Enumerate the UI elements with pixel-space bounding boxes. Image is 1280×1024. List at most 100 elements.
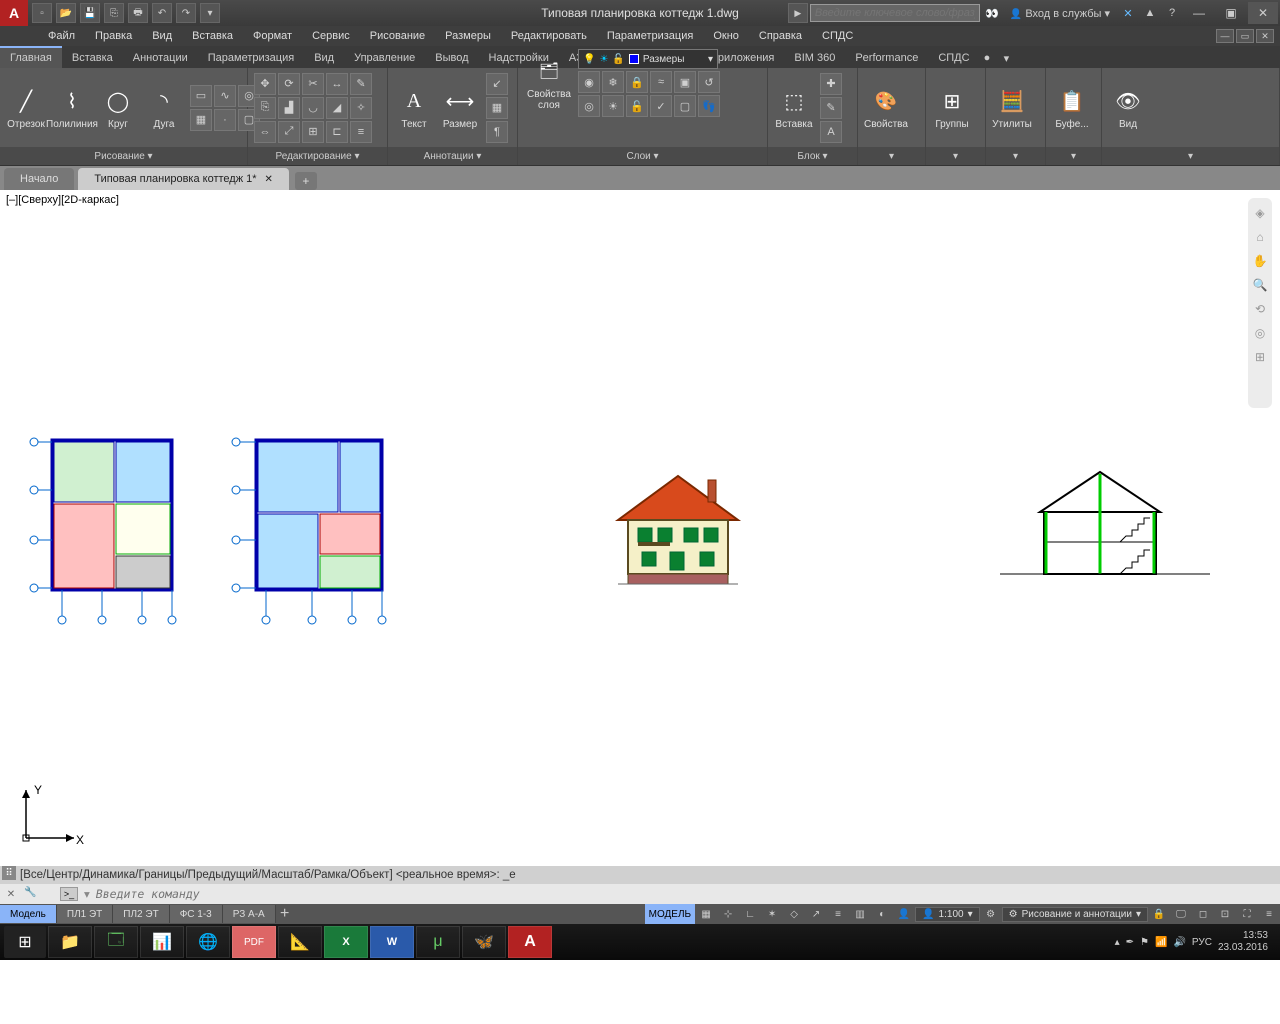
nav-pan-icon[interactable]: ✋: [1251, 252, 1269, 270]
layout-tab-add[interactable]: +: [276, 905, 294, 923]
menu-file[interactable]: Файл: [40, 28, 83, 44]
maximize-button[interactable]: ▣: [1216, 2, 1246, 24]
sb-lock-icon[interactable]: 🔒: [1148, 904, 1170, 924]
layer-off-icon[interactable]: ◉: [578, 71, 600, 93]
viewcube-icon[interactable]: ◈: [1251, 204, 1269, 222]
tray-up-icon[interactable]: ▴: [1115, 937, 1120, 948]
taskbar-calc-icon[interactable]: 📊: [140, 926, 184, 958]
clipboard-button[interactable]: 📋Буфе...: [1052, 85, 1092, 130]
panel-utils-title[interactable]: ▾: [986, 147, 1045, 165]
qat-new-icon[interactable]: ▫: [32, 3, 52, 23]
panel-clip-title[interactable]: ▾: [1046, 147, 1101, 165]
layer-combo[interactable]: 💡☀🔓 Размеры ▾: [578, 49, 718, 69]
edit-block-icon[interactable]: ✎: [820, 97, 842, 119]
menu-window[interactable]: Окно: [705, 28, 747, 44]
sb-osnap-icon[interactable]: ◇: [783, 904, 805, 924]
menu-tools[interactable]: Сервис: [304, 28, 358, 44]
mirror-icon[interactable]: ▟: [278, 97, 300, 119]
panel-props-title[interactable]: ▾: [858, 147, 925, 165]
draw-hatch-icon[interactable]: ▦: [190, 109, 212, 131]
ribbon-tab-view[interactable]: Вид: [304, 48, 344, 68]
cmd-close-icon[interactable]: ✕: [4, 887, 18, 901]
tray-lang[interactable]: РУС: [1192, 937, 1212, 948]
sb-isolate-icon[interactable]: ◻: [1192, 904, 1214, 924]
signin-button[interactable]: 👤 Вход в службы ▾: [1004, 7, 1116, 20]
sb-grid-icon[interactable]: ▦: [695, 904, 717, 924]
line-button[interactable]: ╱Отрезок: [6, 85, 46, 130]
nav-orbit-icon[interactable]: ⟲: [1251, 300, 1269, 318]
sb-clean-icon[interactable]: ⛶: [1236, 904, 1258, 924]
tray-defender-icon[interactable]: ⚑: [1140, 937, 1149, 948]
layer-iso-icon[interactable]: ▣: [674, 71, 696, 93]
app-logo[interactable]: A: [0, 0, 28, 26]
utilities-button[interactable]: 🧮Утилиты: [992, 85, 1032, 130]
nav-home-icon[interactable]: ⌂: [1251, 228, 1269, 246]
tray-volume-icon[interactable]: 🔊: [1173, 937, 1185, 948]
navigation-bar[interactable]: ◈ ⌂ ✋ 🔍 ⟲ ◎ ⊞: [1248, 198, 1272, 408]
draw-point-icon[interactable]: ·: [214, 109, 236, 131]
panel-modify-title[interactable]: Редактирование ▾: [248, 147, 387, 165]
extend-icon[interactable]: ↔: [326, 73, 348, 95]
taskbar-autocad-icon[interactable]: A: [508, 926, 552, 958]
layer-unlock-icon[interactable]: 🔓: [626, 95, 648, 117]
sb-cycle-icon[interactable]: ◐: [871, 904, 893, 924]
array-icon[interactable]: ⊞: [302, 121, 324, 143]
viewport-label[interactable]: [–][Сверху][2D-каркас]: [6, 194, 119, 206]
sb-gear-icon[interactable]: ⚙: [980, 904, 1002, 924]
align-icon[interactable]: ≡: [350, 121, 372, 143]
panel-annot-title[interactable]: Аннотации ▾: [388, 147, 517, 165]
layer-properties-button[interactable]: 🗂Свойства слоя: [524, 55, 574, 111]
menu-help[interactable]: Справка: [751, 28, 810, 44]
menu-insert[interactable]: Вставка: [184, 28, 241, 44]
ribbon-tab-insert[interactable]: Вставка: [62, 48, 123, 68]
menu-parametric[interactable]: Параметризация: [599, 28, 701, 44]
chamfer-icon[interactable]: ◢: [326, 97, 348, 119]
polyline-button[interactable]: ⌇Полилиния: [52, 85, 92, 130]
text-button[interactable]: AТекст: [394, 85, 434, 130]
doc-restore-button[interactable]: ▭: [1236, 29, 1254, 43]
mtext-icon[interactable]: ¶: [486, 121, 508, 143]
cmd-options-icon[interactable]: 🔧: [24, 887, 38, 901]
qat-open-icon[interactable]: 📂: [56, 3, 76, 23]
close-button[interactable]: ✕: [1248, 2, 1278, 24]
view-button[interactable]: 👁Вид: [1108, 85, 1148, 130]
tray-clock[interactable]: 13:53 23.03.2016: [1218, 930, 1268, 954]
sb-snap-icon[interactable]: ⊹: [717, 904, 739, 924]
layer-uniso-icon[interactable]: ▢: [674, 95, 696, 117]
panel-draw-title[interactable]: Рисование ▾: [0, 147, 247, 165]
ribbon-tab-performance[interactable]: Performance: [845, 48, 928, 68]
layer-freeze-icon[interactable]: ❄: [602, 71, 624, 93]
qat-undo-icon[interactable]: ↶: [152, 3, 172, 23]
sb-scale-dropdown[interactable]: 👤 1:100 ▾: [915, 907, 980, 922]
create-block-icon[interactable]: ✚: [820, 73, 842, 95]
sb-polar-icon[interactable]: ✶: [761, 904, 783, 924]
ribbon-bullet-icon[interactable]: ●: [984, 52, 1000, 68]
doc-minimize-button[interactable]: —: [1216, 29, 1234, 43]
layout-tab-model[interactable]: Модель: [0, 905, 57, 923]
layout-tab-3[interactable]: ФС 1-3: [170, 905, 223, 923]
sb-otrack-icon[interactable]: ↗: [805, 904, 827, 924]
sb-custom-icon[interactable]: ≡: [1258, 904, 1280, 924]
layer-match-icon[interactable]: ≈: [650, 71, 672, 93]
ribbon-tab-annotate[interactable]: Аннотации: [123, 48, 198, 68]
taskbar-app1-icon[interactable]: 📐: [278, 926, 322, 958]
taskbar-word-icon[interactable]: W: [370, 926, 414, 958]
stretch-icon[interactable]: ⇔: [254, 121, 276, 143]
search-trigger-icon[interactable]: ▶: [788, 3, 808, 23]
taskbar-chrome-icon[interactable]: 🌐: [186, 926, 230, 958]
taskbar-store-icon[interactable]: 🗔: [94, 926, 138, 958]
cmd-prompt-icon[interactable]: >_: [60, 887, 78, 901]
layer-walk-icon[interactable]: 👣: [698, 95, 720, 117]
drawing-canvas[interactable]: [–][Сверху][2D-каркас]: [0, 190, 1280, 866]
ribbon-tab-output[interactable]: Вывод: [425, 48, 478, 68]
sb-anno-icon[interactable]: 👤: [893, 904, 915, 924]
a360-icon[interactable]: ▲: [1140, 4, 1160, 22]
qat-more-icon[interactable]: ▾: [200, 3, 220, 23]
doctab-current[interactable]: Типовая планировка коттедж 1* ✕: [78, 168, 289, 190]
trim-icon[interactable]: ✂: [302, 73, 324, 95]
sb-trans-icon[interactable]: ▥: [849, 904, 871, 924]
ribbon-tab-spds[interactable]: СПДС: [928, 48, 979, 68]
doc-close-button[interactable]: ✕: [1256, 29, 1274, 43]
menu-draw[interactable]: Рисование: [362, 28, 433, 44]
binoculars-icon[interactable]: 👀: [982, 4, 1002, 22]
